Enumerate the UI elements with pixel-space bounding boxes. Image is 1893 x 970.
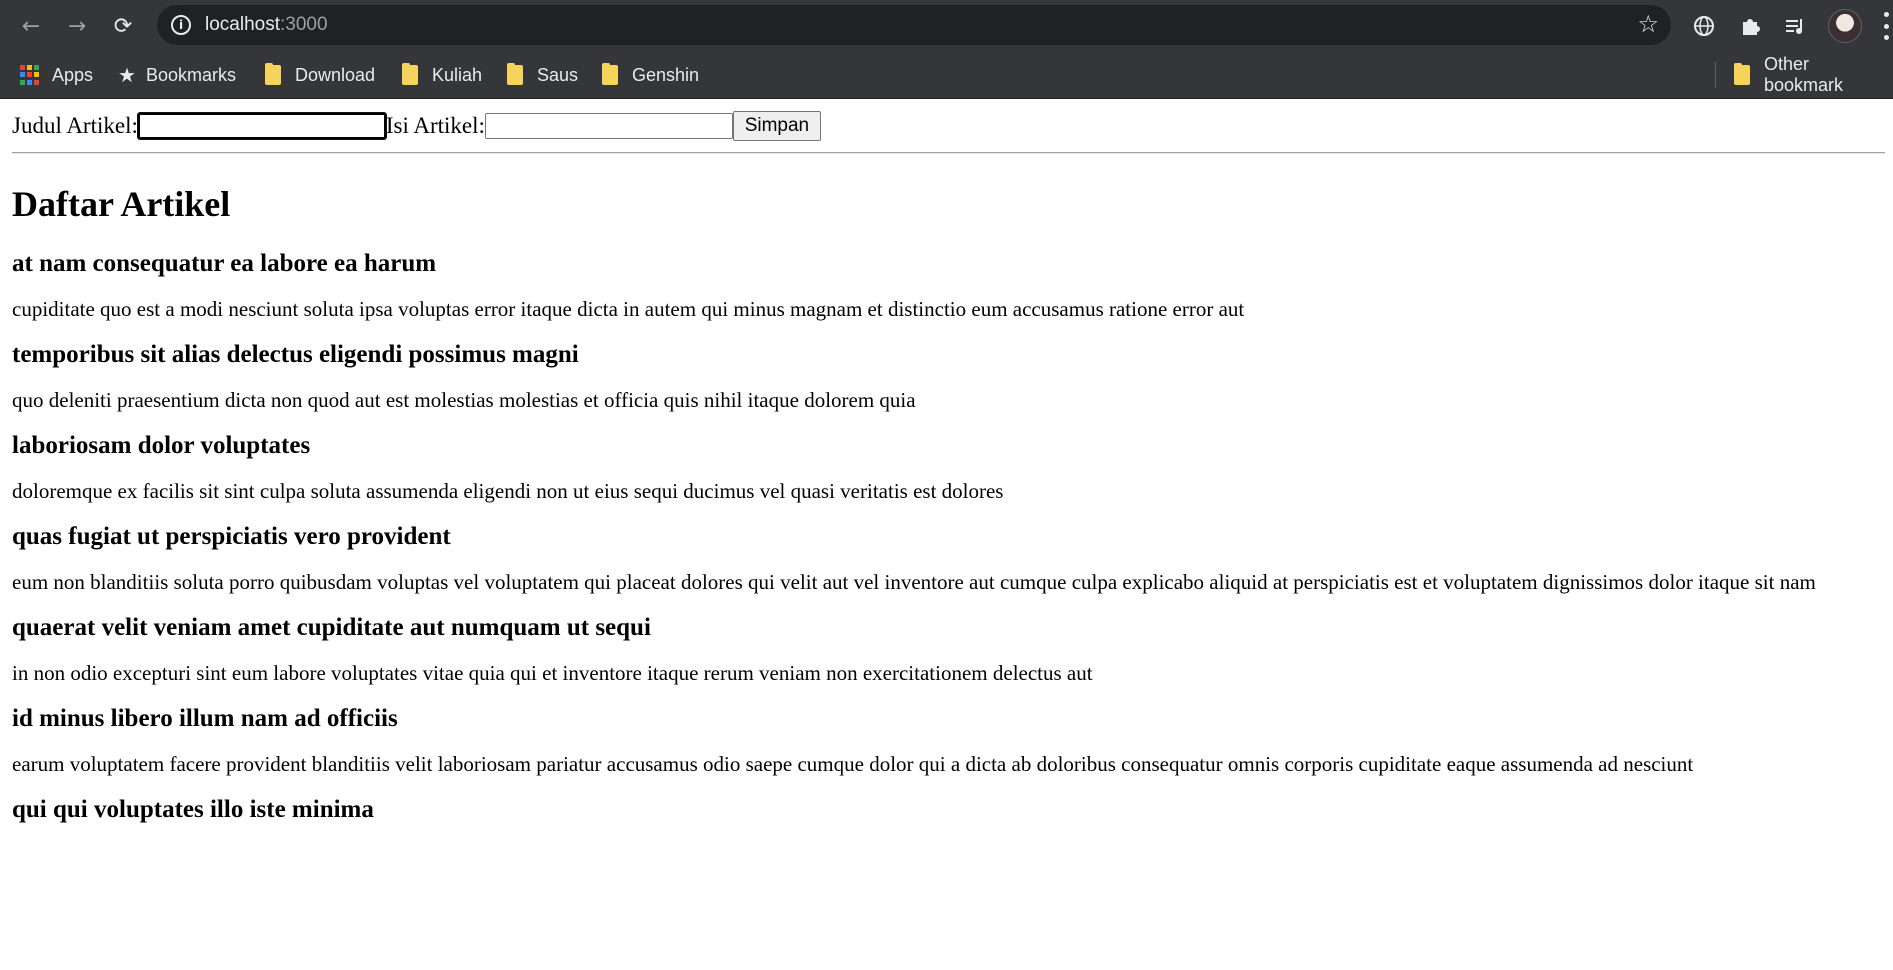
article-body: cupiditate quo est a modi nesciunt solut… xyxy=(12,297,1245,321)
bookmark-label: Download xyxy=(295,64,376,85)
folder-icon xyxy=(402,63,418,85)
url-port: :3000 xyxy=(280,14,328,35)
bookmark-apps[interactable]: Apps xyxy=(20,62,93,88)
browser-menu-icon[interactable] xyxy=(1880,12,1893,40)
bookmark-label: Apps xyxy=(52,64,94,85)
article-title: quas fugiat ut perspiciatis vero provide… xyxy=(12,523,451,550)
article-body: earum voluptatem facere provident blandi… xyxy=(12,752,1694,776)
article-form: Judul Artikel: Isi Artikel: Simpan xyxy=(12,111,821,141)
reload-icon[interactable]: ⟳ xyxy=(107,10,139,42)
bookmark-other-bookmarks[interactable]: Other bookmark xyxy=(1734,54,1893,95)
bookmark-folder-genshin[interactable]: Genshin xyxy=(602,62,699,88)
bookmark-bookmarks[interactable]: ★ Bookmarks xyxy=(118,62,236,88)
simpan-button[interactable]: Simpan xyxy=(732,111,821,141)
site-info-icon[interactable]: i xyxy=(171,15,191,35)
address-url[interactable]: localhost:3000 xyxy=(205,14,328,36)
article-title: temporibus sit alias delectus eligendi p… xyxy=(12,341,579,368)
article-title: laboriosam dolor voluptates xyxy=(12,432,311,459)
bookmarks-separator xyxy=(1715,62,1716,88)
isi-label: Isi Artikel: xyxy=(385,113,485,138)
folder-icon xyxy=(265,63,281,85)
bookmark-label: Kuliah xyxy=(432,64,483,85)
star-icon: ★ xyxy=(118,63,136,87)
folder-icon xyxy=(1734,63,1750,85)
folder-icon xyxy=(602,63,618,85)
page-title: Daftar Artikel xyxy=(12,184,231,224)
divider xyxy=(12,152,1885,154)
article-body: quo deleniti praesentium dicta non quod … xyxy=(12,388,916,412)
bookmark-label: Other bookmark xyxy=(1764,54,1844,95)
apps-grid-icon xyxy=(20,65,40,85)
article-list: at nam consequatur ea labore ea harum cu… xyxy=(12,249,1885,842)
forward-arrow-icon[interactable]: → xyxy=(61,10,93,42)
url-host: localhost xyxy=(205,14,280,35)
bookmark-folder-download[interactable]: Download xyxy=(265,62,375,88)
isi-input[interactable] xyxy=(484,113,733,139)
judul-label: Judul Artikel: xyxy=(12,113,138,138)
article-title: at nam consequatur ea labore ea harum xyxy=(12,250,437,277)
article-body: in non odio excepturi sint eum labore vo… xyxy=(12,661,1093,685)
article-body: doloremque ex facilis sit sint culpa sol… xyxy=(12,479,1004,503)
profile-avatar[interactable] xyxy=(1828,9,1862,43)
bookmark-folder-saus[interactable]: Saus xyxy=(507,62,578,88)
folder-icon xyxy=(507,63,523,85)
article-title: quaerat velit veniam amet cupiditate aut… xyxy=(12,614,651,641)
bookmark-star-icon[interactable]: ☆ xyxy=(1637,10,1659,38)
address-bar[interactable]: i localhost:3000 ☆ xyxy=(157,5,1671,45)
browser-toolbar: ← → ⟳ i localhost:3000 ☆ xyxy=(0,0,1893,52)
judul-input[interactable] xyxy=(136,112,387,140)
article-title: qui qui voluptates illo iste minima xyxy=(12,796,374,823)
extensions-puzzle-icon[interactable] xyxy=(1735,11,1765,41)
article-title: id minus libero illum nam ad officiis xyxy=(12,705,398,732)
bookmarks-bar: Apps ★ Bookmarks Download Kuliah Saus Ge… xyxy=(0,52,1893,99)
back-arrow-icon[interactable]: ← xyxy=(15,10,47,42)
bookmark-label: Saus xyxy=(537,64,579,85)
bookmark-folder-kuliah[interactable]: Kuliah xyxy=(402,62,482,88)
bookmark-label: Genshin xyxy=(632,64,700,85)
bookmark-label: Bookmarks xyxy=(145,64,236,85)
globe-extension-icon[interactable] xyxy=(1689,11,1719,41)
page-content: Judul Artikel: Isi Artikel: Simpan Dafta… xyxy=(0,99,1893,970)
article-body: eum non blanditiis soluta porro quibusda… xyxy=(12,570,1816,594)
media-queue-icon[interactable] xyxy=(1780,11,1810,41)
